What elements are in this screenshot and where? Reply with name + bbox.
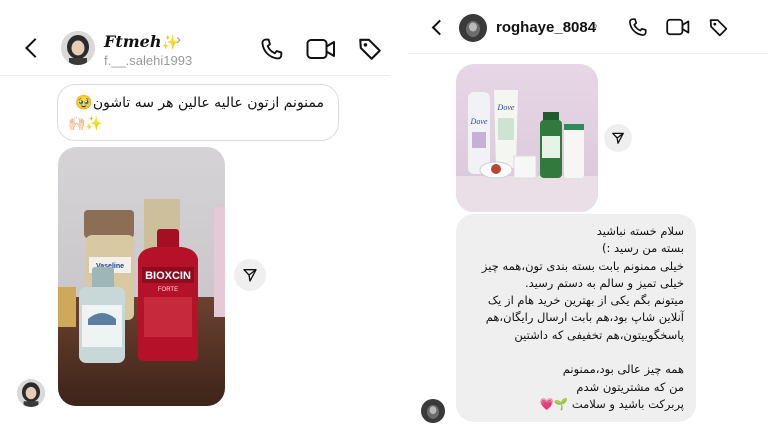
username-text: Ftmeh bbox=[104, 32, 162, 51]
bioxcin-label: BIOXCIN bbox=[145, 270, 191, 282]
message-line: همه چیز عالی بود،ممنونم bbox=[562, 362, 684, 377]
message-bubble[interactable]: ممنونم ازتون عالیه عالین هر سه تاشون🥹 🙌🏻… bbox=[57, 84, 339, 141]
share-button[interactable] bbox=[604, 124, 632, 152]
avatar[interactable] bbox=[459, 14, 487, 42]
dove-right-label: Dove bbox=[497, 103, 515, 112]
video-icon[interactable] bbox=[306, 38, 336, 60]
phone-icon[interactable] bbox=[259, 37, 284, 62]
chevron-right-icon[interactable]: › bbox=[593, 17, 598, 34]
avatar[interactable] bbox=[61, 31, 95, 65]
share-icon bbox=[243, 269, 257, 282]
message-line: خیلی تمیز و سالم به دستم رسید. bbox=[524, 275, 684, 290]
sender-avatar[interactable] bbox=[421, 399, 445, 423]
message-line: سلام خسته نباشید bbox=[596, 224, 684, 238]
phone-icon[interactable] bbox=[627, 17, 648, 38]
product-photo[interactable]: Dove Dove bbox=[456, 64, 598, 212]
tag-icon[interactable] bbox=[357, 36, 383, 62]
chevron-right-icon[interactable]: › bbox=[176, 31, 181, 48]
share-button[interactable] bbox=[234, 259, 266, 291]
chat-header: Ftmeh✨ › f.__.salehi1993 bbox=[0, 0, 390, 76]
username[interactable]: Ftmeh✨ bbox=[104, 32, 179, 51]
sender-avatar[interactable] bbox=[17, 379, 45, 407]
message-line: خیلی ممنونم بابت بسته بندی تون،همه چیز bbox=[481, 258, 684, 273]
back-icon[interactable] bbox=[25, 38, 45, 58]
message-line: من که مشتریتون شدم bbox=[576, 379, 684, 394]
product-photo[interactable]: Vaseline BIOXCIN FORTE bbox=[58, 147, 225, 406]
message-bubble[interactable]: سلام خسته نباشید بسته من رسید :) خیلی مم… bbox=[456, 214, 696, 422]
right-chat-panel: roghaye_8084 › Dove Dove سلام خسته نباشی… bbox=[408, 0, 768, 433]
message-emoji: 🙌🏻✨ bbox=[68, 116, 103, 132]
handle: f.__.salehi1993 bbox=[104, 53, 193, 68]
tag-icon[interactable] bbox=[708, 17, 729, 38]
message-line: آنلاین شاپ بود،هم بابت ارسال رایگان،هم bbox=[485, 310, 684, 325]
video-icon[interactable] bbox=[666, 18, 690, 36]
forte-label: FORTE bbox=[158, 287, 178, 293]
back-icon[interactable] bbox=[431, 19, 448, 36]
dove-left-label: Dove bbox=[470, 117, 488, 126]
share-icon bbox=[612, 132, 624, 144]
message-line bbox=[464, 344, 684, 361]
message-text: ممنونم ازتون عالیه عالین هر سه تاشون🥹 bbox=[75, 95, 324, 111]
message-line: پاسخگوییتون،هم تخفیفی که داشتین bbox=[514, 327, 684, 342]
chat-header: roghaye_8084 › bbox=[408, 0, 768, 54]
message-line: پربرکت باشید و سلامت 🌱💗 bbox=[539, 396, 684, 411]
left-chat-panel: Ftmeh✨ › f.__.salehi1993 ممنونم ازتون عا… bbox=[0, 0, 390, 433]
message-line: میتونم بگم یکی از بهترین خرید هام از یک bbox=[487, 293, 684, 308]
message-line: بسته من رسید :) bbox=[601, 241, 684, 256]
username[interactable]: roghaye_8084 bbox=[496, 19, 596, 36]
